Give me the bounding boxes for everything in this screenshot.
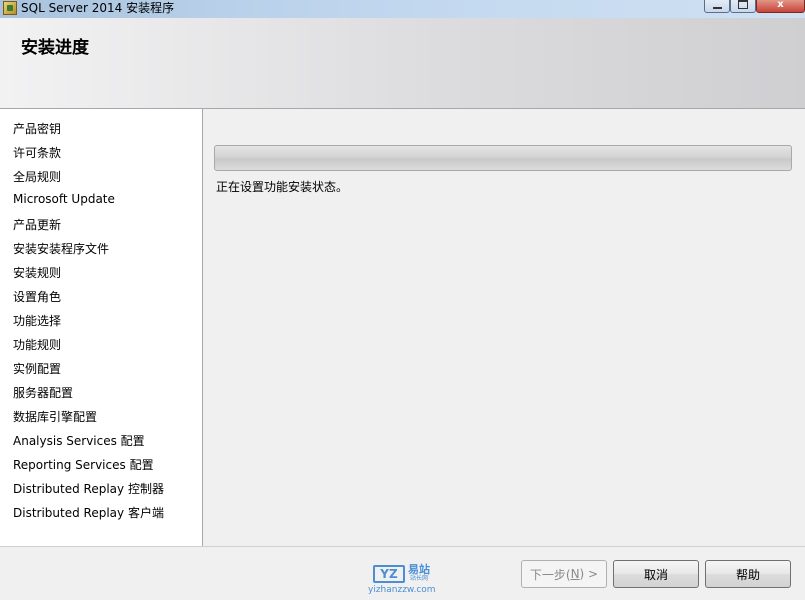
sidebar-item-distributed-replay-client[interactable]: Distributed Replay 客户端 [13,504,164,521]
sidebar-item-setup-role[interactable]: 设置角色 [13,288,61,305]
window-title: SQL Server 2014 安装程序 [21,1,175,15]
sidebar-item-distributed-replay-controller[interactable]: Distributed Replay 控制器 [13,480,164,497]
sql-setup-app-icon [3,1,17,15]
status-text: 正在设置功能安装状态。 [216,180,349,194]
sidebar-item-microsoft-update[interactable]: Microsoft Update [13,192,115,206]
watermark-cn-subtext: 站长网 [410,575,429,582]
sidebar-item-install-setup-files[interactable]: 安装安装程序文件 [13,240,109,257]
sidebar-item-product-updates[interactable]: 产品更新 [13,216,61,233]
watermark-cn-text: 易站 [408,563,430,576]
sidebar-item-instance-config[interactable]: 实例配置 [13,360,61,377]
minimize-button[interactable] [704,0,730,13]
sidebar-item-install-rules[interactable]: 安装规则 [13,264,61,281]
next-button-mnemonic: N [570,567,580,581]
minimize-icon [712,6,722,9]
sidebar-item-server-config[interactable]: 服务器配置 [13,384,73,401]
header-banner: 安装进度 [0,18,805,109]
watermark-logo-icon: YZ [373,565,405,583]
install-progress-bar [214,145,792,171]
sidebar-item-analysis-services-config[interactable]: Analysis Services 配置 [13,432,145,449]
main-panel: 正在设置功能安装状态。 [203,109,805,546]
sidebar-nav: 产品密钥 许可条款 全局规则 Microsoft Update 产品更新 安装安… [0,109,203,546]
watermark-url: yizhanzzw.com [368,585,436,595]
close-button[interactable]: x [756,0,805,13]
sidebar-item-db-engine-config[interactable]: 数据库引擎配置 [13,408,97,425]
sidebar-item-global-rules[interactable]: 全局规则 [13,168,61,185]
sidebar-item-reporting-services-config[interactable]: Reporting Services 配置 [13,456,154,473]
page-title: 安装进度 [21,38,89,58]
next-button[interactable]: 下一步(N) > [521,560,607,588]
title-bar: SQL Server 2014 安装程序 x [0,0,805,18]
watermark: YZ 易站 站长网 yizhanzzw.com [368,564,440,598]
footer-bar: YZ 易站 站长网 yizhanzzw.com 下一步(N) > 取消 帮助 [0,546,805,600]
next-button-label-suffix: ) > [579,567,599,581]
next-button-label-prefix: 下一步( [529,567,571,582]
close-icon: x [777,0,784,10]
sidebar-item-feature-selection[interactable]: 功能选择 [13,312,61,329]
cancel-button[interactable]: 取消 [613,560,699,588]
help-button[interactable]: 帮助 [705,560,791,588]
maximize-button[interactable] [730,0,756,13]
sidebar-item-product-key[interactable]: 产品密钥 [13,120,61,137]
sidebar-item-license-terms[interactable]: 许可条款 [13,144,61,161]
sidebar-item-feature-rules[interactable]: 功能规则 [13,336,61,353]
maximize-icon [738,0,748,9]
